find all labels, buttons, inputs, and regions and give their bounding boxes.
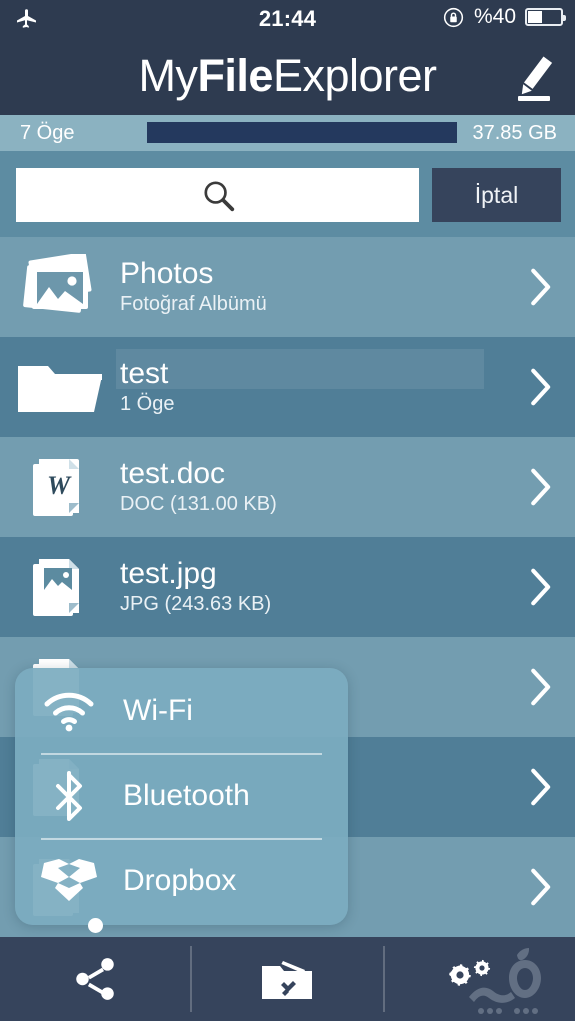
file-meta-label: JPG (243.63 KB)	[120, 593, 272, 615]
storage-bar: 7 Öge 37.85 GB	[0, 115, 575, 151]
file-row[interactable]: W test.doc DOC (131.00 KB)	[0, 437, 575, 537]
popup-item-label: Wi-Fi	[123, 693, 193, 727]
chevron-right-icon[interactable]	[505, 437, 575, 537]
item-count-label: 7 Öge	[20, 121, 75, 144]
file-name-label: Photos	[120, 257, 214, 290]
chevron-right-icon[interactable]	[505, 837, 575, 937]
status-right-group: %40	[442, 5, 566, 29]
file-row-text: test 1 Öge	[116, 349, 505, 417]
file-name-label: test	[120, 357, 169, 390]
folder-tools-icon	[258, 953, 316, 1005]
file-meta-label: 1 Öge	[120, 393, 175, 415]
file-meta-label: Fotoğraf Albümü	[120, 293, 267, 315]
popup-menu-item[interactable]: Dropbox	[15, 838, 348, 923]
folder-tools-button[interactable]	[192, 937, 382, 1021]
svg-text:W: W	[47, 471, 72, 500]
chevron-right-icon[interactable]	[505, 537, 575, 637]
wifi-icon	[15, 690, 123, 732]
destination-popup-menu[interactable]: Wi-Fi Bluetooth Dropbox	[15, 668, 348, 925]
file-row-text: Photos Fotoğraf Albümü	[120, 257, 505, 317]
popup-menu-item[interactable]: Wi-Fi	[15, 668, 348, 753]
file-row[interactable]: test 1 Öge	[0, 337, 575, 437]
page-dot-icon	[88, 918, 103, 933]
battery-percent-label: %40	[473, 5, 516, 28]
search-input[interactable]	[16, 168, 419, 222]
settings-gears-icon	[447, 953, 513, 1005]
file-name-label: test.doc	[120, 457, 226, 490]
popup-item-label: Dropbox	[123, 863, 237, 897]
file-row-text: test.doc DOC (131.00 KB)	[120, 457, 505, 517]
file-meta-label: DOC (131.00 KB)	[120, 493, 277, 515]
bluetooth-icon	[15, 770, 123, 822]
chevron-right-icon[interactable]	[505, 237, 575, 337]
pencil-edit-icon[interactable]	[505, 52, 561, 104]
file-row-text: test.jpg JPG (243.63 KB)	[120, 557, 505, 617]
battery-icon	[525, 8, 566, 26]
title-my: My	[138, 50, 198, 101]
status-bar: 21:44 %40	[0, 0, 575, 38]
popup-menu-item[interactable]: Bluetooth	[15, 753, 348, 838]
title-file: File	[197, 50, 273, 101]
chevron-right-icon[interactable]	[505, 737, 575, 837]
bottom-toolbar	[0, 937, 575, 1021]
file-name-label: test.jpg	[120, 557, 217, 590]
settings-button[interactable]	[385, 937, 575, 1021]
storage-progress-track	[147, 122, 457, 143]
rotation-lock-icon	[442, 6, 465, 29]
word-doc-icon: W	[0, 437, 120, 537]
chevron-right-icon[interactable]	[505, 637, 575, 737]
jpg-image-icon	[0, 537, 120, 637]
file-row[interactable]: Photos Fotoğraf Albümü	[0, 237, 575, 337]
page-title: MyFileExplorer	[0, 50, 575, 102]
share-icon	[70, 954, 120, 1004]
cancel-button[interactable]: İptal	[432, 168, 561, 222]
chevron-right-icon[interactable]	[505, 337, 575, 437]
photos-stack-icon	[0, 237, 120, 337]
folder-icon	[0, 337, 120, 437]
share-button[interactable]	[0, 937, 190, 1021]
dropbox-icon	[15, 857, 123, 905]
app-screen: 21:44 %40 MyFileExplorer 7 Öge 37.85 GB …	[0, 0, 575, 1021]
popup-item-label: Bluetooth	[123, 778, 250, 812]
file-row[interactable]: test.jpg JPG (243.63 KB)	[0, 537, 575, 637]
app-header: MyFileExplorer	[0, 38, 575, 115]
search-bar: İptal	[0, 151, 575, 237]
storage-capacity-label: 37.85 GB	[472, 121, 557, 144]
title-explorer: Explorer	[272, 50, 437, 101]
